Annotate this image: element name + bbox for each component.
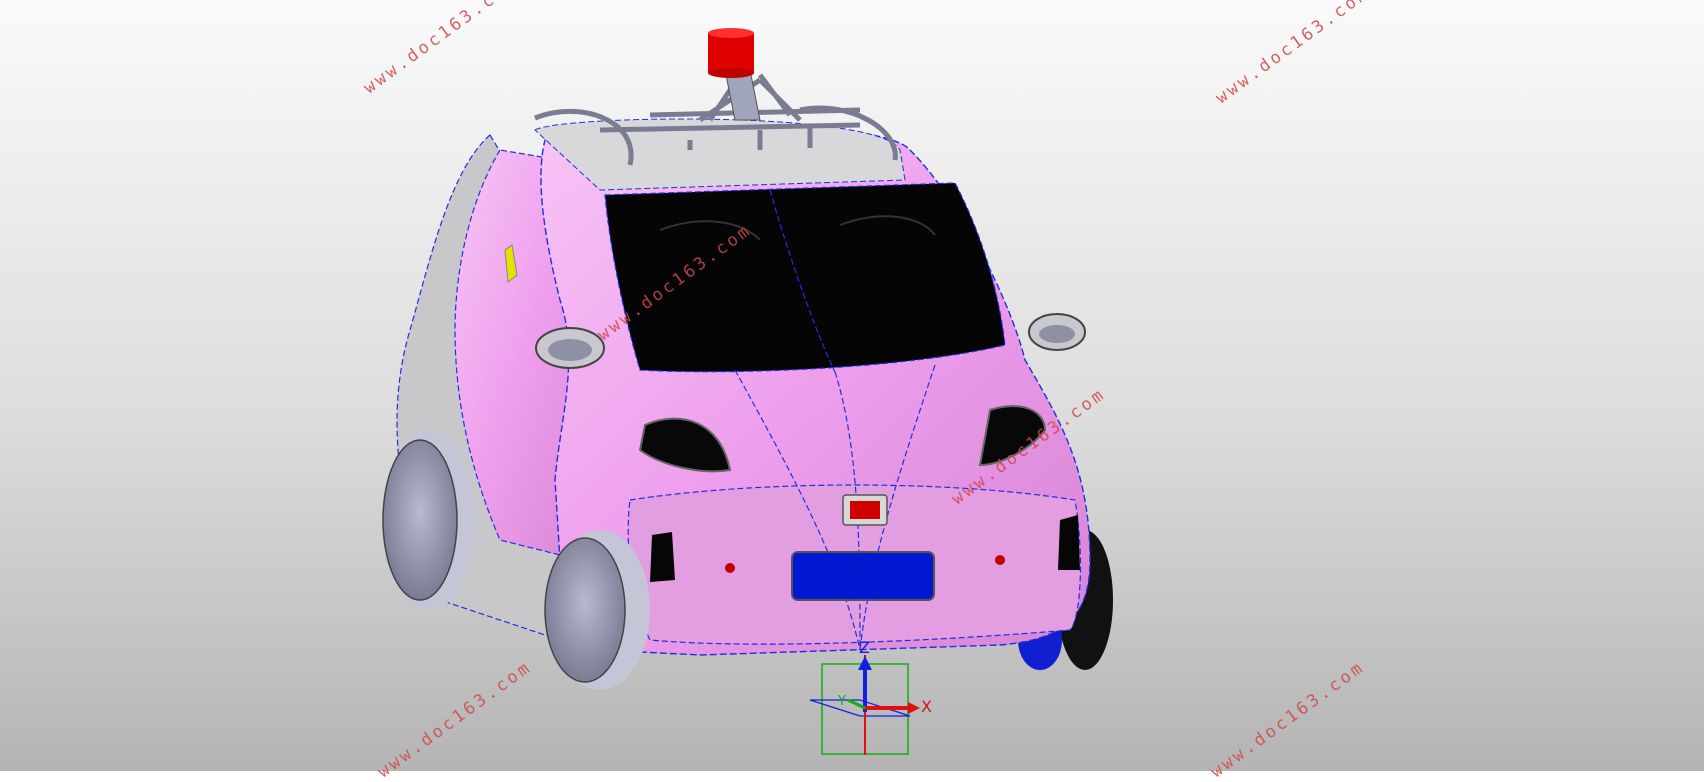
rear-left-wheel <box>544 530 650 690</box>
left-reflector-slot <box>650 532 675 582</box>
license-plate <box>791 551 935 601</box>
right-reflector-slot <box>1058 515 1080 570</box>
red-beacon <box>708 28 754 78</box>
front-left-wheel <box>382 430 475 610</box>
car-model[interactable] <box>0 0 1704 771</box>
y-axis-label: Y <box>838 694 846 709</box>
3d-viewport[interactable]: www.doc163.com www.doc163.com www.doc163… <box>0 0 1704 782</box>
z-axis-label: Z <box>859 638 870 657</box>
coordinate-triad[interactable] <box>809 655 920 755</box>
x-axis-label: X <box>921 697 932 716</box>
